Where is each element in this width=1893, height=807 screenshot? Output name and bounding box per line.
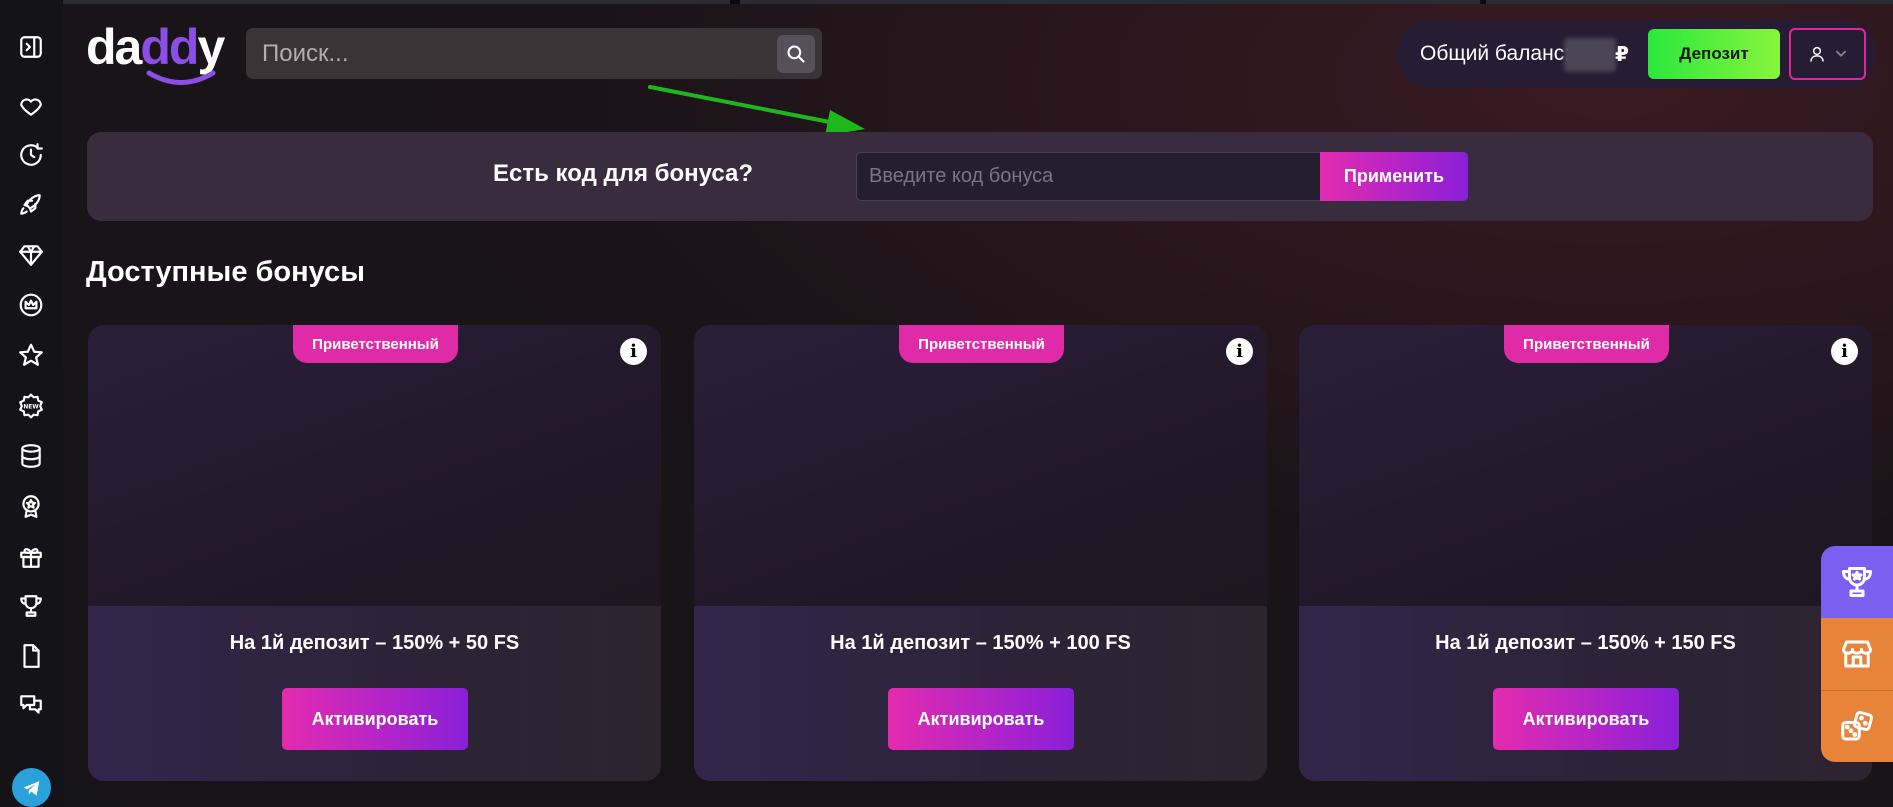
games-widget[interactable] xyxy=(1821,690,1893,762)
panel-toggle-icon[interactable] xyxy=(16,32,46,62)
user-icon xyxy=(1809,46,1824,62)
new-badge-text: NEW xyxy=(23,404,39,410)
balance-value-hidden xyxy=(1564,38,1616,72)
card-title: На 1й депозит – 150% + 100 FS xyxy=(830,632,1131,654)
trophy-icon xyxy=(1842,567,1872,597)
medal-icon[interactable] xyxy=(16,491,46,521)
logo-smile-icon xyxy=(146,70,216,85)
balance-label: Общий баланс: xyxy=(1420,42,1571,65)
heart-icon[interactable] xyxy=(16,91,46,121)
info-icon[interactable]: i xyxy=(1226,338,1253,365)
balance-panel: Общий баланс: ₽ Депозит xyxy=(1396,20,1876,88)
telegram-icon[interactable] xyxy=(12,768,51,807)
database-icon[interactable] xyxy=(16,441,46,471)
bonus-card: Приветственный i На 1й депозит – 150% + … xyxy=(88,325,661,781)
dice-icon xyxy=(1841,710,1874,740)
chat-icon[interactable] xyxy=(16,690,46,720)
apply-code-button[interactable]: Применить xyxy=(1320,152,1468,201)
bonus-code-panel: Есть код для бонуса? Применить xyxy=(87,132,1873,221)
search-bar xyxy=(246,28,822,79)
star-icon[interactable] xyxy=(16,340,46,370)
rocket-icon[interactable] xyxy=(16,190,46,220)
document-icon[interactable] xyxy=(16,641,46,671)
crown-icon[interactable] xyxy=(16,290,46,320)
gift-icon[interactable] xyxy=(16,542,46,572)
bonus-card: Приветственный i На 1й депозит – 150% + … xyxy=(1299,325,1872,781)
chevron-down-icon xyxy=(1835,50,1846,57)
deposit-button[interactable]: Депозит xyxy=(1648,29,1780,79)
card-title: На 1й депозит – 150% + 50 FS xyxy=(229,632,520,654)
new-badge-icon[interactable]: NEW xyxy=(16,391,46,421)
info-icon[interactable]: i xyxy=(620,338,647,365)
shop-widget[interactable] xyxy=(1821,618,1893,690)
bonus-code-title: Есть код для бонуса? xyxy=(493,160,754,187)
card-badge: Приветственный xyxy=(899,325,1064,363)
search-button[interactable] xyxy=(777,35,815,73)
card-badge: Приветственный xyxy=(1504,325,1669,363)
balance-currency: ₽ xyxy=(1615,44,1629,66)
activate-button[interactable]: Активировать xyxy=(888,688,1074,750)
search-icon xyxy=(787,45,805,63)
user-menu-button[interactable] xyxy=(1789,28,1866,80)
card-badge: Приветственный xyxy=(293,325,458,363)
sidebar: NEW xyxy=(0,0,63,807)
logo[interactable]: daddy daddy xyxy=(86,19,225,85)
trophy-icon[interactable] xyxy=(16,591,46,621)
bonus-code-input[interactable] xyxy=(856,152,1346,201)
tournaments-widget[interactable] xyxy=(1821,546,1893,618)
activate-button[interactable]: Активировать xyxy=(282,688,468,750)
bonus-card: Приветственный i На 1й депозит – 150% + … xyxy=(694,325,1267,781)
diamond-icon[interactable] xyxy=(16,240,46,270)
annotation-arrow xyxy=(648,85,865,136)
info-icon[interactable]: i xyxy=(1831,338,1858,365)
card-title: На 1й депозит – 150% + 150 FS xyxy=(1435,632,1736,654)
search-input[interactable] xyxy=(262,28,762,79)
shop-icon xyxy=(1842,640,1872,668)
section-title: Доступные бонусы xyxy=(86,256,365,288)
activate-button[interactable]: Активировать xyxy=(1493,688,1679,750)
browser-top-strip xyxy=(0,0,1893,4)
recent-icon[interactable] xyxy=(16,140,46,170)
logo-text: daddy xyxy=(86,19,225,75)
